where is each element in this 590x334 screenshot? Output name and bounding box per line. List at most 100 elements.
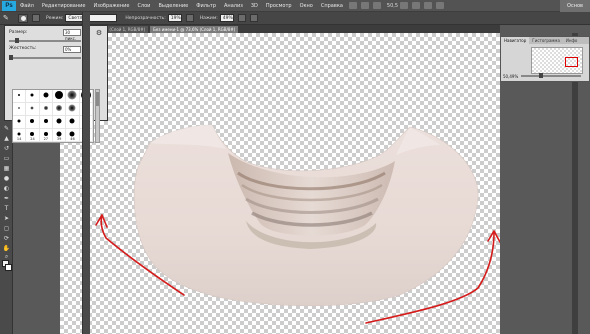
brush-options-gear-icon[interactable]: ⚙ <box>95 29 103 37</box>
document-canvas[interactable] <box>60 33 500 334</box>
brush-preset-cell[interactable] <box>66 116 80 129</box>
photoshop-logo: Ps <box>2 0 16 11</box>
navigator-zoom-knob[interactable] <box>539 73 543 78</box>
brush-size-slider[interactable] <box>9 38 81 43</box>
guides-icon[interactable] <box>372 2 381 9</box>
3d-rotate-tool-icon[interactable]: ⟳ <box>2 235 11 243</box>
brush-preset-cell[interactable] <box>39 116 53 129</box>
brush-preset-cell[interactable]: 46 <box>66 129 80 142</box>
tab-histogram[interactable]: Гистограмма <box>529 37 563 44</box>
dodge-tool-icon[interactable]: ◐ <box>2 185 11 193</box>
zoom-level[interactable]: 50,5 <box>387 3 398 9</box>
brush-size-slider-knob[interactable] <box>15 38 19 43</box>
brush-preset-cell[interactable]: 11 <box>13 142 26 143</box>
brush-preset-cell[interactable]: 39 <box>52 129 67 142</box>
flow-label: Нажим: <box>199 15 218 21</box>
brush-tip-icon <box>43 106 48 111</box>
brush-preset-cell[interactable] <box>39 103 53 116</box>
bridge-icon[interactable] <box>348 2 357 9</box>
background-color-swatch[interactable] <box>5 264 12 271</box>
brush-tip-icon <box>68 104 76 112</box>
history-brush-tool-icon[interactable]: ↺ <box>2 145 11 153</box>
brush-grid-scroll-thumb[interactable] <box>96 92 99 106</box>
workspace-button[interactable]: Основ <box>560 0 590 12</box>
shape-tool-icon[interactable]: ◻ <box>2 225 11 233</box>
opacity-pressure-icon[interactable] <box>185 14 194 22</box>
brush-tip-icon <box>43 132 48 137</box>
menu-image[interactable]: Изображение <box>89 3 133 9</box>
brush-preset-cell[interactable] <box>26 90 40 103</box>
brush-preset-cell[interactable] <box>26 116 40 129</box>
brush-hardness-slider[interactable] <box>9 55 81 60</box>
tab-navigator[interactable]: Навигатор <box>501 37 530 44</box>
brush-preset-cell[interactable]: 14 <box>13 129 27 142</box>
arrange-documents-icon[interactable] <box>424 2 433 9</box>
brush-preset-cell[interactable] <box>39 90 53 103</box>
document-tab-active[interactable]: Без имени-1 @ 73,6% (Слой 1, RGB/8#) <box>150 26 239 33</box>
brush-preset-cell[interactable]: 36 <box>53 142 66 143</box>
brush-preset-cell[interactable] <box>66 90 80 103</box>
brush-tip-icon <box>18 107 21 110</box>
menu-select[interactable]: Выделение <box>154 3 192 9</box>
brush-preset-cell[interactable] <box>52 116 67 129</box>
brush-preset-cell[interactable]: 24 <box>26 129 40 142</box>
path-select-tool-icon[interactable]: ➤ <box>2 215 11 223</box>
airbrush-icon[interactable] <box>237 14 246 22</box>
brush-preset-cell[interactable] <box>52 90 67 103</box>
brush-hardness-input[interactable]: 0% <box>63 46 81 53</box>
menu-window[interactable]: Окно <box>296 3 317 9</box>
blur-tool-icon[interactable]: ● <box>2 175 11 183</box>
navigator-view-box[interactable] <box>565 57 578 67</box>
size-pressure-icon[interactable] <box>249 14 258 22</box>
navigator-zoom-slider[interactable] <box>521 73 581 78</box>
brush-tip-icon <box>43 92 49 98</box>
gradient-tool-icon[interactable]: ▦ <box>2 165 11 173</box>
clone-stamp-tool-icon[interactable]: ▲ <box>2 135 11 143</box>
menu-file[interactable]: Файл <box>16 3 38 9</box>
flow-input[interactable]: 49% <box>219 14 234 22</box>
hand-icon[interactable] <box>400 2 409 9</box>
mode-select[interactable]: Светлее <box>65 14 118 22</box>
pen-tool-icon[interactable]: ✒ <box>2 195 11 203</box>
brush-preset-cell[interactable] <box>52 103 67 116</box>
menu-view[interactable]: Просмотр <box>262 3 296 9</box>
type-tool-icon[interactable]: T <box>2 205 11 213</box>
brush-preset-picker[interactable] <box>18 13 28 23</box>
brush-tool-icon[interactable]: ✎ <box>2 125 11 133</box>
brush-preset-cell[interactable]: 44 <box>66 142 79 143</box>
menu-3d[interactable]: 3D <box>247 3 262 9</box>
brush-size-label: Размер: <box>9 30 28 35</box>
brush-preset-cell[interactable]: 27 <box>39 129 53 142</box>
brush-tip-icon <box>67 90 77 100</box>
brush-tool-icon[interactable]: ✎ <box>3 14 12 23</box>
brush-preset-cell[interactable] <box>66 103 80 116</box>
menu-help[interactable]: Справка <box>317 3 347 9</box>
tab-info[interactable]: Инфо <box>563 37 580 44</box>
brush-hardness-slider-knob[interactable] <box>9 55 13 60</box>
canvas-artwork <box>95 124 500 324</box>
menu-analysis[interactable]: Анализ <box>220 3 247 9</box>
brush-tip-icon <box>30 119 35 124</box>
brush-preset-cell[interactable] <box>13 103 27 116</box>
menu-edit[interactable]: Редактирование <box>38 3 90 9</box>
brush-panel-toggle-icon[interactable] <box>32 14 40 22</box>
rotate-view-icon[interactable] <box>412 2 421 9</box>
brush-preset-cell[interactable]: 17 <box>26 142 39 143</box>
brush-size-input[interactable]: 30 пикс. <box>63 29 81 41</box>
opacity-label: Непрозрачность: <box>125 15 166 21</box>
navigator-preview[interactable] <box>531 47 583 74</box>
brush-preset-cell[interactable]: 23 <box>40 142 53 143</box>
opacity-input[interactable]: 19% <box>167 14 182 22</box>
eraser-tool-icon[interactable]: ▭ <box>2 155 11 163</box>
menu-filter[interactable]: Фильтр <box>192 3 220 9</box>
hand-tool-icon[interactable]: ✋ <box>2 245 11 253</box>
menu-layers[interactable]: Слои <box>133 3 154 9</box>
brush-preset-cell[interactable] <box>13 90 27 103</box>
brush-preset-cell[interactable] <box>26 103 40 116</box>
navigator-zoom[interactable]: 50,49% <box>503 74 518 79</box>
brush-grid-scrollbar[interactable] <box>95 89 100 143</box>
mini-bridge-icon[interactable] <box>360 2 369 9</box>
right-dock-strip <box>82 12 90 334</box>
brush-preset-cell[interactable] <box>13 116 27 129</box>
screen-mode-icon[interactable] <box>436 2 445 9</box>
